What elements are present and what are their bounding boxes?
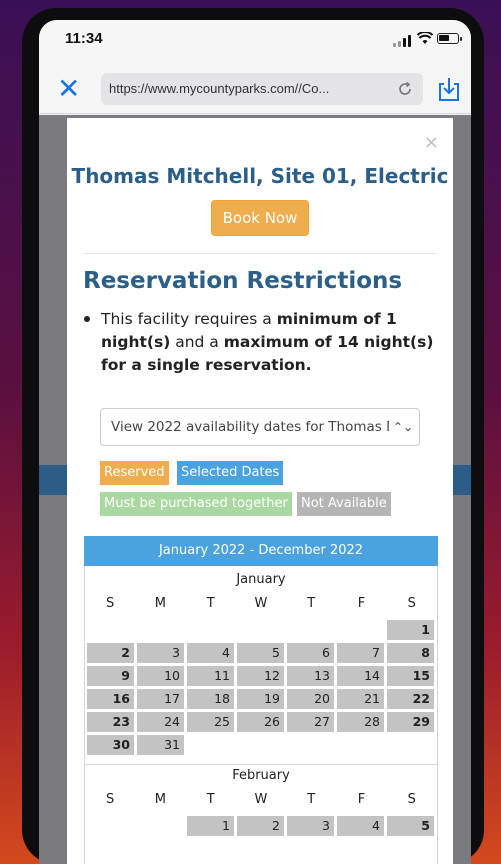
calendar-day[interactable]: 2 (237, 816, 284, 836)
calendar-day[interactable]: 16 (87, 689, 134, 709)
calendar-day[interactable]: 1 (187, 816, 234, 836)
calendar-day[interactable]: 28 (337, 712, 384, 732)
calendar-day[interactable]: 4 (187, 643, 234, 663)
phone-screen: 11:34 ✕ https://www.mycountyparks.com//C… (39, 20, 471, 864)
weekday-row: SMTWTFS (85, 592, 437, 616)
year-availability-select[interactable]: View 2022 availability dates for Thomas … (100, 408, 420, 446)
weekday-label: F (357, 596, 366, 611)
download-icon[interactable] (437, 76, 461, 102)
book-now-button[interactable]: Book Now (211, 200, 309, 236)
calendar-day[interactable]: 30 (87, 735, 134, 755)
restriction-prefix: This facility requires a (101, 310, 277, 328)
url-field[interactable]: https://www.mycountyparks.com//Co... (101, 73, 423, 105)
calendar-day[interactable]: 7 (337, 643, 384, 663)
calendar-day[interactable]: 18 (187, 689, 234, 709)
calendar-day[interactable]: 31 (137, 735, 184, 755)
calendar-day[interactable]: 20 (287, 689, 334, 709)
calendar-day[interactable]: 1 (387, 620, 434, 640)
weekday-label: S (407, 792, 416, 807)
calendar-day[interactable]: 14 (337, 666, 384, 686)
calendar-day[interactable]: 3 (287, 816, 334, 836)
month-separator (85, 764, 437, 765)
weekday-label: T (206, 792, 215, 807)
calendar-day[interactable]: 6 (287, 643, 334, 663)
weekday-label: T (307, 792, 316, 807)
legend-not-available: Not Available (297, 492, 391, 516)
status-time: 11:34 (65, 30, 103, 47)
weekday-label: T (307, 596, 316, 611)
calendar-day[interactable]: 26 (237, 712, 284, 732)
calendar-day[interactable]: 29 (387, 712, 434, 732)
calendar-day[interactable]: 21 (337, 689, 384, 709)
restrictions-heading: Reservation Restrictions (83, 268, 403, 294)
weekday-row: SMTWTFS (85, 788, 437, 812)
bullet-icon (84, 316, 90, 322)
calendar-day[interactable]: 23 (87, 712, 134, 732)
calendar-day[interactable]: 13 (287, 666, 334, 686)
close-icon[interactable]: ✕ (57, 75, 80, 103)
battery-icon (437, 33, 462, 44)
browser-toolbar: ✕ https://www.mycountyparks.com//Co... (39, 64, 471, 114)
calendar-day[interactable]: 2 (87, 643, 134, 663)
reload-icon[interactable] (397, 81, 413, 97)
calendar-day[interactable]: 15 (387, 666, 434, 686)
calendar-day[interactable]: 22 (387, 689, 434, 709)
url-text: https://www.mycountyparks.com//Co... (109, 81, 330, 96)
weekday-label: S (106, 596, 115, 611)
calendar-day[interactable]: 10 (137, 666, 184, 686)
restriction-text: This facility requires a minimum of 1 ni… (101, 308, 443, 377)
status-bar: 11:34 (39, 20, 471, 64)
calendar: January S M T W T F S 1 2 3 4 5 6 7 8 9 10 11 12 13 14 15 16 17 1… (84, 566, 438, 864)
legend-purchased-together: Must be purchased together (100, 492, 292, 516)
restriction-mid: and a (170, 333, 224, 351)
calendar-day[interactable]: 12 (237, 666, 284, 686)
calendar-day[interactable]: 24 (137, 712, 184, 732)
month-name: February (232, 768, 290, 783)
calendar-day[interactable]: 27 (287, 712, 334, 732)
calendar-day[interactable]: 8 (387, 643, 434, 663)
month-name: January (236, 572, 286, 587)
legend-reserved: Reserved (100, 461, 169, 485)
weekday-label: M (154, 596, 166, 611)
weekday-label: M (154, 792, 166, 807)
calendar-day[interactable]: 4 (337, 816, 384, 836)
divider (83, 253, 437, 254)
weekday-label: W (254, 596, 268, 611)
calendar-day[interactable]: 5 (387, 816, 434, 836)
calendar-range-header: January 2022 - December 2022 (84, 536, 438, 566)
weekday-label: S (106, 792, 115, 807)
calendar-day[interactable]: 19 (237, 689, 284, 709)
calendar-day[interactable]: 9 (87, 666, 134, 686)
modal-close-icon[interactable]: × (424, 132, 439, 153)
calendar-day[interactable]: 5 (237, 643, 284, 663)
legend-selected-dates: Selected Dates (177, 461, 284, 485)
calendar-day[interactable]: 25 (187, 712, 234, 732)
site-title: Thomas Mitchell, Site 01, Electric (71, 164, 449, 188)
weekday-label: F (357, 792, 366, 807)
weekday-label: T (206, 596, 215, 611)
calendar-day[interactable]: 11 (187, 666, 234, 686)
calendar-day[interactable]: 17 (137, 689, 184, 709)
reservation-modal: × Thomas Mitchell, Site 01, Electric Boo… (67, 118, 453, 864)
select-caret-icon: ⌃⌄ (388, 409, 413, 445)
wifi-icon (417, 32, 433, 44)
year-select-value: View 2022 availability dates for Thomas … (111, 419, 398, 435)
weekday-label: W (254, 792, 268, 807)
cellular-signal-icon (393, 35, 413, 47)
calendar-day[interactable]: 3 (137, 643, 184, 663)
weekday-label: S (407, 596, 416, 611)
